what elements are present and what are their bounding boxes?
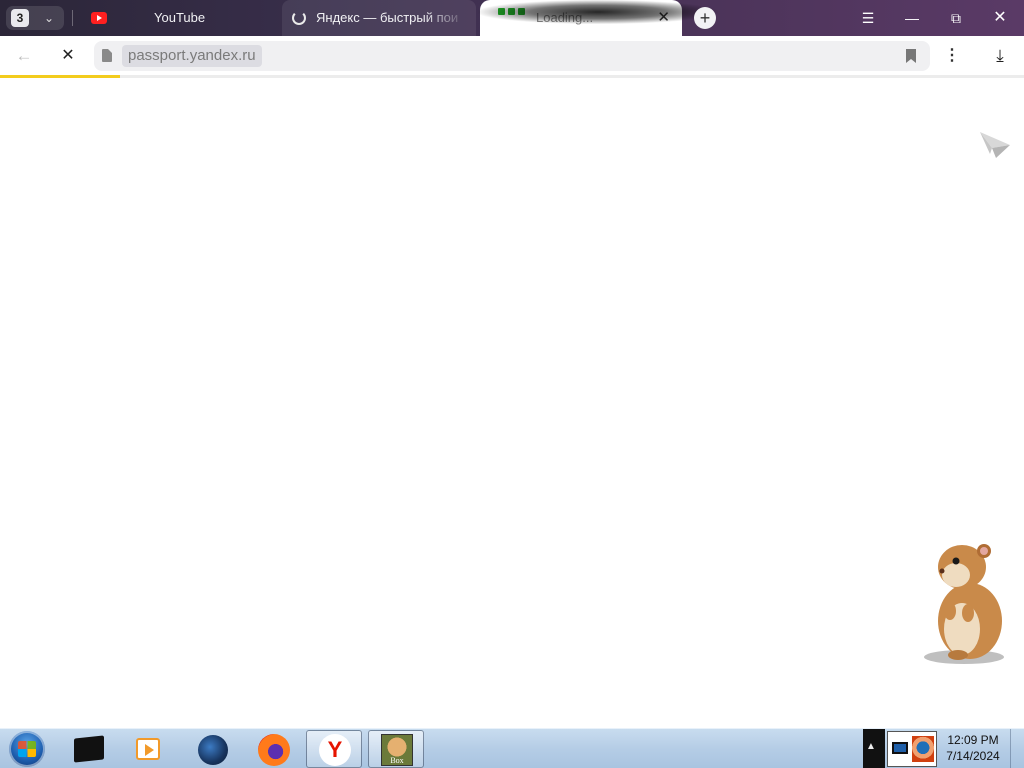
taskbar-app-terminal[interactable] bbox=[62, 730, 118, 768]
taskbar-clock[interactable]: 12:09 PM 7/14/2024 bbox=[938, 732, 1008, 766]
restore-button[interactable]: ⧉ bbox=[934, 0, 978, 36]
yandex-icon: Y bbox=[319, 734, 351, 766]
windows-taskbar: Y Box ▲ 12:09 PM 7/14/2024 bbox=[0, 728, 1024, 768]
tab-active-loading[interactable]: Loading... ✕ bbox=[480, 0, 682, 36]
minimize-button[interactable]: — bbox=[890, 0, 934, 36]
bookmark-icon[interactable] bbox=[906, 49, 916, 63]
browser-toolbar: ← ✕ passport.yandex.ru ⋮ ⤓ bbox=[0, 36, 1024, 76]
tray-app-icon[interactable] bbox=[912, 736, 934, 762]
more-options-icon[interactable]: ⋮ bbox=[940, 36, 964, 76]
windows-logo-icon bbox=[9, 731, 45, 767]
box-icon: Box bbox=[381, 734, 413, 766]
tab-youtube[interactable]: YouTube bbox=[80, 0, 276, 36]
loading-spinner-icon bbox=[292, 11, 306, 25]
address-bar[interactable]: passport.yandex.ru bbox=[94, 41, 930, 71]
clock-date: 7/14/2024 bbox=[946, 749, 1000, 763]
network-icon[interactable] bbox=[892, 742, 908, 754]
tab-label: Loading... bbox=[536, 10, 594, 25]
site-favicon bbox=[498, 8, 528, 16]
close-window-button[interactable]: ✕ bbox=[978, 0, 1022, 36]
taskbar-app-globe[interactable] bbox=[186, 730, 242, 768]
tab-label: YouTube bbox=[154, 10, 206, 25]
hamster-mascot[interactable] bbox=[918, 525, 1014, 665]
youtube-icon bbox=[91, 12, 107, 24]
desktop-screen: 3 ⌄ YouTube Яндекс — быстрый пои Loading… bbox=[0, 0, 1024, 768]
close-tab-icon[interactable]: ✕ bbox=[657, 0, 670, 36]
stop-loading-button[interactable]: ✕ bbox=[50, 36, 86, 76]
taskbar-app-box[interactable]: Box bbox=[368, 730, 424, 768]
address-url[interactable]: passport.yandex.ru bbox=[122, 45, 262, 67]
tab-counter-button[interactable]: 3 ⌄ bbox=[6, 6, 64, 30]
firefox-icon bbox=[258, 734, 290, 766]
send-message-icon[interactable] bbox=[978, 130, 1012, 160]
tab-yandex-search[interactable]: Яндекс — быстрый пои bbox=[282, 0, 476, 36]
terminal-icon bbox=[74, 735, 104, 763]
taskbar-app-yandex-browser[interactable]: Y bbox=[306, 730, 362, 768]
new-tab-button[interactable]: + bbox=[694, 7, 716, 29]
clock-time: 12:09 PM bbox=[947, 733, 999, 747]
play-icon bbox=[136, 738, 160, 760]
page-icon bbox=[102, 49, 112, 62]
browser-tab-strip: 3 ⌄ YouTube Яндекс — быстрый пои Loading… bbox=[0, 0, 1024, 36]
show-hidden-icons-button[interactable]: ▲ bbox=[866, 741, 876, 752]
tab-label: Яндекс — быстрый пои bbox=[316, 10, 459, 25]
tab-count: 3 bbox=[11, 9, 29, 27]
box-icon-label: Box bbox=[390, 756, 404, 765]
browser-menu-icon[interactable]: ☰ bbox=[846, 0, 890, 36]
system-tray-icons[interactable] bbox=[887, 731, 937, 767]
taskbar-app-firefox[interactable] bbox=[246, 730, 302, 768]
taskbar-app-media-player[interactable] bbox=[122, 730, 178, 768]
back-button[interactable]: ← bbox=[6, 36, 42, 76]
page-content bbox=[0, 78, 1024, 728]
start-button[interactable] bbox=[4, 730, 50, 768]
show-desktop-button[interactable] bbox=[1010, 729, 1024, 768]
chevron-down-icon: ⌄ bbox=[44, 11, 55, 25]
globe-icon bbox=[198, 735, 228, 765]
tab-separator bbox=[72, 10, 73, 26]
download-icon[interactable]: ⤓ bbox=[988, 36, 1012, 76]
